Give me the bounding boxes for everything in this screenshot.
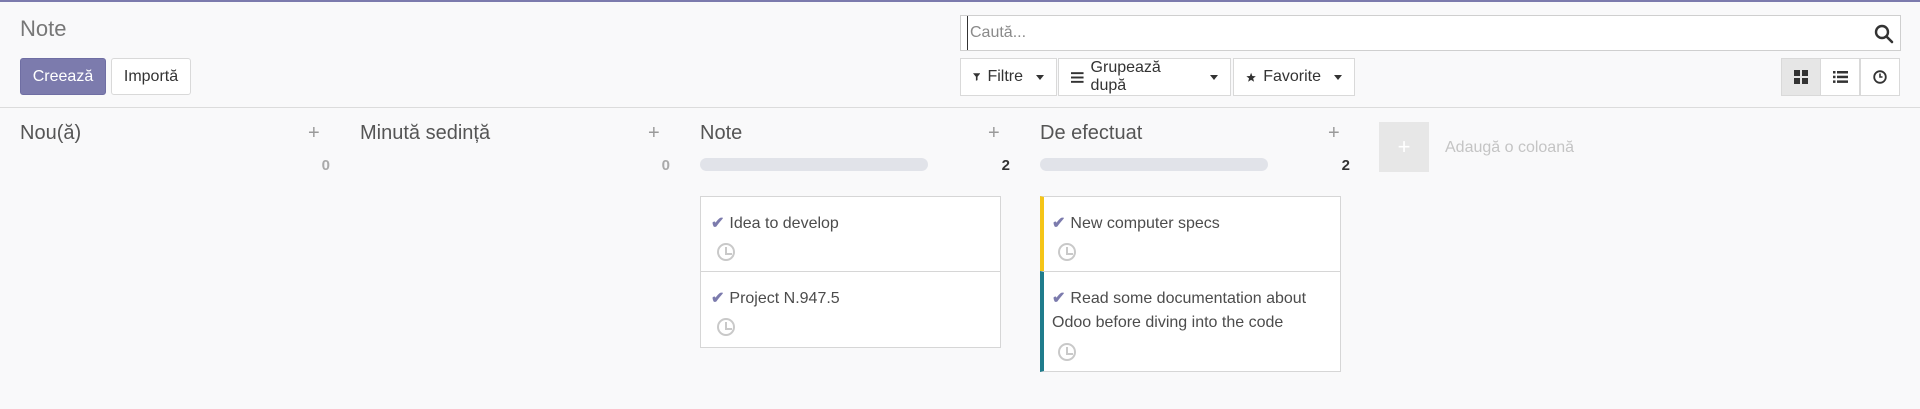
card-title: Project N.947.5 (729, 290, 840, 307)
card-title-continued: Odoo before diving into the code (1052, 314, 1284, 331)
star-icon (1246, 72, 1256, 82)
quick-create-icon[interactable]: + (1328, 122, 1340, 145)
activity-view-button[interactable] (1860, 58, 1900, 96)
kanban-card[interactable]: ✔ Idea to develop (700, 196, 1001, 272)
quick-create-icon[interactable]: + (308, 122, 320, 145)
clock-icon (1873, 70, 1887, 84)
add-column-label[interactable]: Adaugă o coloană (1445, 139, 1574, 157)
favorites-dropdown[interactable]: Favorite (1233, 58, 1355, 96)
column-title: De efectuat (1040, 122, 1143, 144)
column-count: 2 (1341, 157, 1350, 174)
group-by-dropdown[interactable]: Grupează după (1058, 58, 1231, 96)
check-icon[interactable]: ✔ (1052, 215, 1065, 232)
column-title: Note (700, 122, 743, 144)
filter-icon (973, 73, 981, 81)
add-column-button[interactable]: + (1379, 122, 1429, 172)
column-title: Minută sedință (360, 122, 491, 144)
chevron-down-icon (1334, 74, 1342, 80)
column-count: 0 (321, 157, 330, 174)
activity-clock-icon[interactable] (1058, 243, 1076, 261)
chevron-down-icon (1210, 74, 1218, 80)
bars-icon (1071, 71, 1084, 83)
kanban-card[interactable]: ✔ Read some documentation about Odoo befo… (1040, 271, 1341, 372)
filters-label: Filtre (987, 68, 1023, 85)
group-by-label: Grupează după (1090, 59, 1161, 94)
kanban-view-button[interactable] (1781, 58, 1821, 96)
column-title: Nou(ă) (20, 122, 82, 144)
kanban-card[interactable]: ✔ New computer specs (1040, 196, 1341, 272)
column-count: 0 (661, 157, 670, 174)
activity-clock-icon[interactable] (717, 243, 735, 261)
favorites-label: Favorite (1263, 68, 1321, 85)
card-title: Read some documentation about (1070, 290, 1307, 307)
create-button[interactable]: Creează (20, 58, 106, 95)
kanban-icon (1794, 70, 1808, 84)
import-button[interactable]: Importă (111, 58, 191, 95)
page-title: Note (20, 16, 67, 41)
card-title: Idea to develop (729, 215, 839, 232)
search-bar (960, 15, 1901, 51)
kanban-column-notes: Note + 2 ✔ Idea to develop ✔ Project N.947… (700, 108, 1030, 368)
kanban-column-todo: De efectuat + 2 ✔ New computer specs ✔ Rea… (1040, 108, 1370, 388)
check-icon[interactable]: ✔ (1052, 290, 1065, 307)
chevron-down-icon (1036, 74, 1044, 80)
column-progress-bar[interactable] (700, 158, 928, 171)
column-count: 2 (1001, 157, 1010, 174)
activity-clock-icon[interactable] (1058, 343, 1076, 361)
filters-dropdown[interactable]: Filtre (960, 58, 1057, 96)
kanban-card[interactable]: ✔ Project N.947.5 (700, 271, 1001, 348)
activity-clock-icon[interactable] (717, 318, 735, 336)
quick-create-icon[interactable]: + (988, 122, 1000, 145)
search-input[interactable] (967, 16, 1857, 50)
list-icon (1832, 71, 1848, 83)
search-icon[interactable] (1874, 24, 1894, 44)
check-icon[interactable]: ✔ (711, 215, 724, 232)
quick-create-icon[interactable]: + (648, 122, 660, 145)
check-icon[interactable]: ✔ (711, 290, 724, 307)
card-title: New computer specs (1070, 215, 1220, 232)
control-panel: Note Creează Importă Filtre Grupează dup… (0, 2, 1920, 108)
list-view-button[interactable] (1820, 58, 1860, 96)
column-progress-bar[interactable] (1040, 158, 1268, 171)
